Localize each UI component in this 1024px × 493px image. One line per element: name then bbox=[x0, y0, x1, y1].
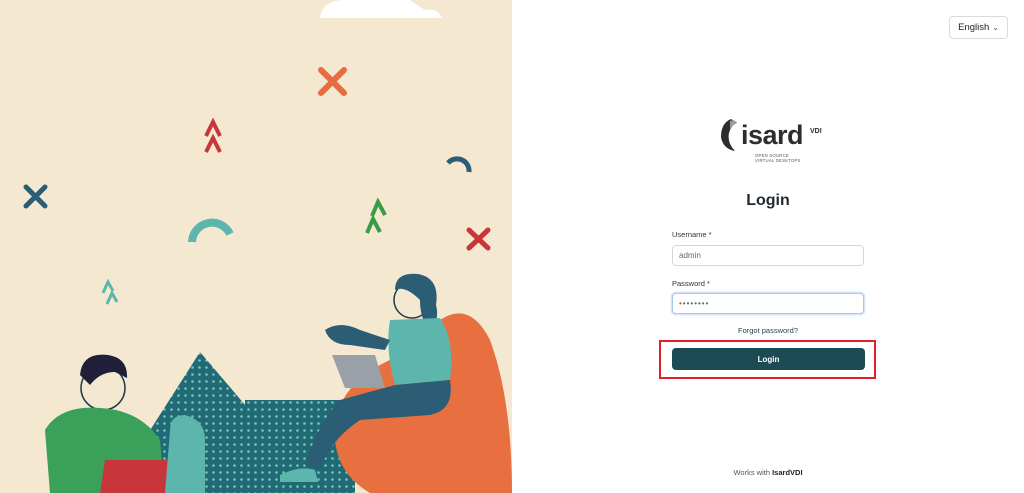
people-laptops-illustration bbox=[23, 0, 512, 493]
chevrons-teal bbox=[101, 278, 119, 305]
username-input[interactable]: admin bbox=[672, 245, 864, 266]
woman-laptop bbox=[332, 355, 385, 388]
language-label: English bbox=[958, 22, 990, 33]
password-label: Password * bbox=[672, 279, 710, 288]
x-mark-red bbox=[466, 227, 491, 251]
chevrons-green bbox=[365, 197, 387, 234]
x-mark-orange bbox=[318, 67, 347, 96]
arc-teal bbox=[188, 218, 234, 243]
password-input[interactable]: •••••••• bbox=[672, 293, 864, 314]
footer-credit: Works with IsardVDI bbox=[512, 468, 1024, 477]
man-laptop bbox=[100, 460, 175, 493]
chevrons-red bbox=[204, 117, 222, 153]
illustration-panel bbox=[0, 0, 512, 493]
cloud-shape bbox=[320, 0, 442, 18]
page-title: Login bbox=[746, 192, 790, 209]
woman-shirt bbox=[388, 318, 452, 385]
login-panel: English ⌄ isard VDI OPEN SOURCE VIRTUAL … bbox=[512, 0, 1024, 493]
chevron-down-icon: ⌄ bbox=[992, 23, 999, 32]
logo-mark-icon bbox=[721, 119, 737, 151]
arc-blue bbox=[446, 156, 472, 173]
language-selector[interactable]: English ⌄ bbox=[949, 16, 1008, 39]
username-label: Username * bbox=[672, 230, 712, 239]
isardvdi-logo: isard VDI OPEN SOURCE VIRTUAL DESKTOPS bbox=[717, 116, 833, 168]
logo-tagline-line2: VIRTUAL DESKTOPS bbox=[755, 158, 801, 163]
footer-brand: IsardVDI bbox=[772, 468, 803, 477]
login-button[interactable]: Login bbox=[672, 348, 865, 370]
x-mark-blue bbox=[23, 184, 48, 209]
forgot-password-link[interactable]: Forgot password? bbox=[512, 326, 1024, 335]
footer-prefix: Works with bbox=[733, 468, 770, 477]
logo-word: isard bbox=[741, 120, 804, 150]
logo-tagline: OPEN SOURCE VIRTUAL DESKTOPS bbox=[755, 153, 801, 163]
logo-superscript: VDI bbox=[810, 128, 822, 135]
